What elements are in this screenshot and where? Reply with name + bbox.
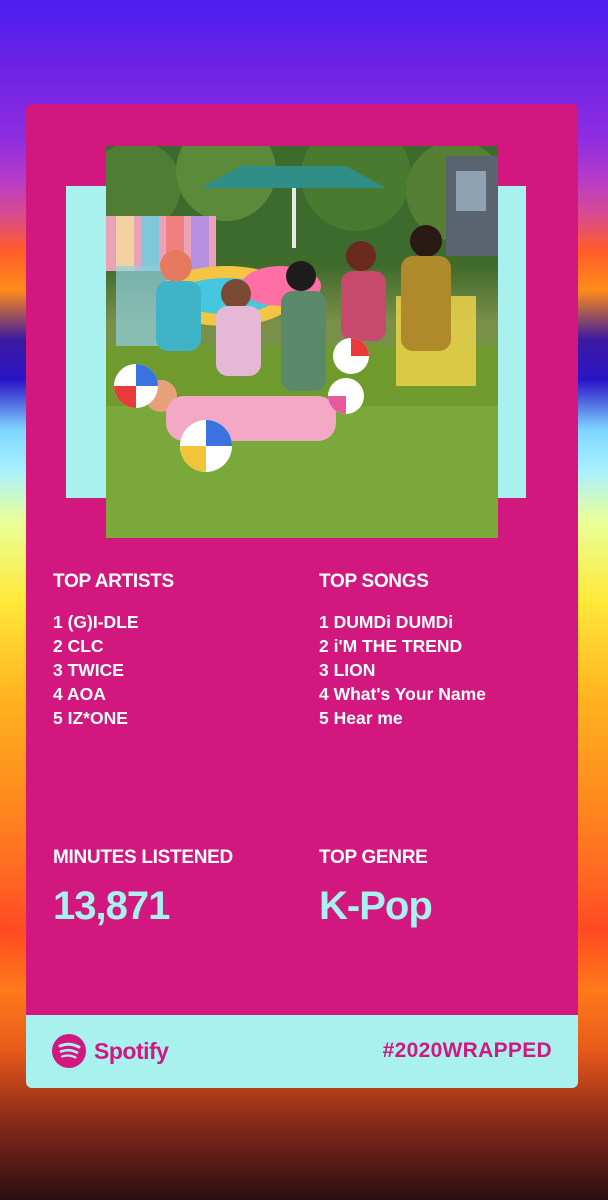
top-artists-title: TOP ARTISTS [53,571,174,592]
spotify-wordmark: Spotify [94,1037,169,1064]
spotify-icon [52,1034,86,1068]
top-songs-title: TOP SONGS [319,571,429,592]
artist-item: 4 AOA [53,684,106,704]
minutes-listened-title: MINUTES LISTENED [53,847,233,868]
artist-item: 2 CLC [53,636,104,656]
group-photo [106,146,498,538]
song-item: 3 LION [319,660,376,680]
song-item: 4 What's Your Name [319,684,486,704]
artist-item: 3 TWICE [53,660,124,680]
wrapped-hashtag: #2020WRAPPED [382,1039,552,1062]
artist-item: 5 IZ*ONE [53,708,128,728]
song-item: 5 Hear me [319,708,403,728]
artist-item: 1 (G)I-DLE [53,612,139,632]
top-genre-value: K-Pop [319,884,433,928]
spotify-brand: Spotify [52,1033,169,1069]
top-genre-title: TOP GENRE [319,847,428,868]
top-songs-list: 1 DUMDi DUMDi 2 i'M THE TREND 3 LION 4 W… [319,610,486,730]
song-item: 1 DUMDi DUMDi [319,612,454,632]
wrapped-card: TOP ARTISTS 1 (G)I-DLE 2 CLC 3 TWICE 4 A… [26,104,578,1088]
group-photo-illustration [106,146,498,538]
footer-bar: Spotify #2020WRAPPED [26,1015,578,1088]
minutes-listened-value: 13,871 [53,884,170,928]
song-item: 2 i'M THE TREND [319,636,463,656]
top-artists-list: 1 (G)I-DLE 2 CLC 3 TWICE 4 AOA 5 IZ*ONE [53,610,139,730]
wrapped-story: TOP ARTISTS 1 (G)I-DLE 2 CLC 3 TWICE 4 A… [0,0,608,1200]
